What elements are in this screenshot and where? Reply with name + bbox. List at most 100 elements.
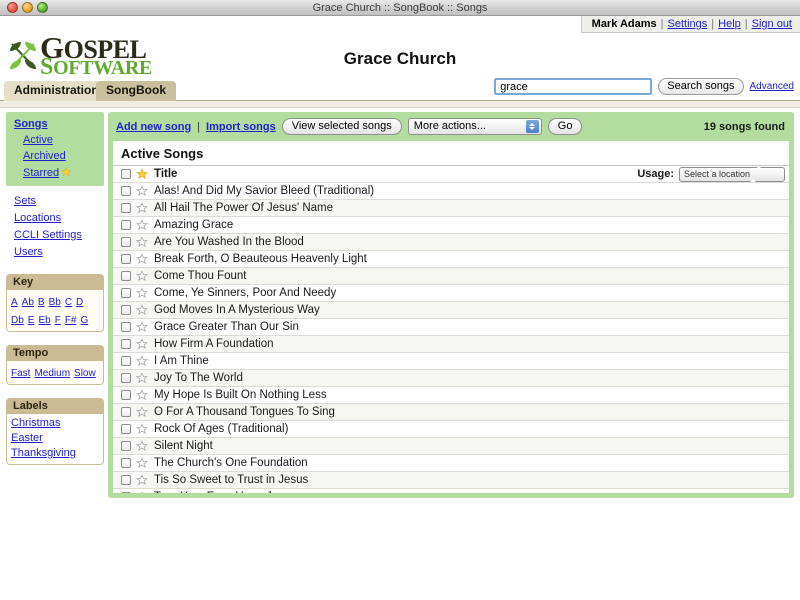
- song-title[interactable]: Rock Of Ages (Traditional): [154, 423, 288, 435]
- advanced-search-link[interactable]: Advanced: [750, 81, 794, 92]
- table-row[interactable]: Come Thou Fount: [113, 267, 789, 284]
- star-outline-icon[interactable]: [136, 219, 148, 231]
- star-outline-icon[interactable]: [136, 389, 148, 401]
- add-new-song-link[interactable]: Add new song: [116, 121, 191, 133]
- star-outline-icon[interactable]: [136, 491, 148, 493]
- sidebar-item-sets[interactable]: Sets: [14, 193, 104, 210]
- table-row[interactable]: Turn Your Eyes Upon Jesus: [113, 488, 789, 493]
- table-row[interactable]: Grace Greater Than Our Sin: [113, 318, 789, 335]
- row-checkbox[interactable]: [121, 254, 131, 264]
- row-checkbox[interactable]: [121, 458, 131, 468]
- song-title[interactable]: God Moves In A Mysterious Way: [154, 304, 320, 316]
- search-input[interactable]: [494, 78, 653, 95]
- key-chip-eb[interactable]: Eb: [38, 314, 50, 328]
- song-title[interactable]: I Am Thine: [154, 355, 209, 367]
- table-row[interactable]: Joy To The World: [113, 369, 789, 386]
- song-title[interactable]: Joy To The World: [154, 372, 243, 384]
- song-title[interactable]: The Church's One Foundation: [154, 457, 308, 469]
- key-chip-fsharp[interactable]: F#: [65, 314, 77, 328]
- song-title[interactable]: Come Thou Fount: [154, 270, 246, 282]
- key-chip-g[interactable]: G: [80, 314, 88, 328]
- table-row[interactable]: How Firm A Foundation: [113, 335, 789, 352]
- row-checkbox[interactable]: [121, 271, 131, 281]
- table-row[interactable]: Come, Ye Sinners, Poor And Needy: [113, 284, 789, 301]
- search-songs-button[interactable]: Search songs: [658, 78, 744, 95]
- sidebar-item-starred-wrap[interactable]: Starred: [6, 164, 104, 181]
- row-checkbox[interactable]: [121, 237, 131, 247]
- star-outline-icon[interactable]: [136, 270, 148, 282]
- sidebar-item-starred[interactable]: Starred: [23, 167, 59, 179]
- table-row[interactable]: Silent Night: [113, 437, 789, 454]
- sidebar-item-songs[interactable]: Songs: [6, 116, 104, 132]
- table-row[interactable]: My Hope Is Built On Nothing Less: [113, 386, 789, 403]
- sidebar-item-users[interactable]: Users: [14, 244, 104, 261]
- table-row[interactable]: O For A Thousand Tongues To Sing: [113, 403, 789, 420]
- select-all-checkbox[interactable]: [121, 169, 131, 179]
- row-checkbox[interactable]: [121, 322, 131, 332]
- star-outline-icon[interactable]: [136, 185, 148, 197]
- song-title[interactable]: Turn Your Eyes Upon Jesus: [154, 491, 296, 493]
- song-title[interactable]: Break Forth, O Beauteous Heavenly Light: [154, 253, 367, 265]
- key-chip-db[interactable]: Db: [11, 314, 24, 328]
- song-title[interactable]: All Hail The Power Of Jesus' Name: [154, 202, 333, 214]
- star-outline-icon[interactable]: [136, 236, 148, 248]
- row-checkbox[interactable]: [121, 220, 131, 230]
- key-chip-ab[interactable]: Ab: [22, 296, 34, 310]
- song-title[interactable]: My Hope Is Built On Nothing Less: [154, 389, 327, 401]
- table-row[interactable]: Break Forth, O Beauteous Heavenly Light: [113, 250, 789, 267]
- label-chip-thanksgiving[interactable]: Thanksgiving: [11, 446, 101, 461]
- table-row[interactable]: The Church's One Foundation: [113, 454, 789, 471]
- star-outline-icon[interactable]: [136, 202, 148, 214]
- go-button[interactable]: Go: [547, 118, 583, 135]
- song-title[interactable]: Are You Washed In the Blood: [154, 236, 304, 248]
- table-row[interactable]: God Moves In A Mysterious Way: [113, 301, 789, 318]
- star-filled-icon[interactable]: [136, 168, 148, 180]
- table-row[interactable]: Rock Of Ages (Traditional): [113, 420, 789, 437]
- tempo-chip-medium[interactable]: Medium: [34, 367, 70, 381]
- tab-administration[interactable]: Administration: [4, 81, 109, 101]
- key-chip-b[interactable]: B: [38, 296, 45, 310]
- row-checkbox[interactable]: [121, 356, 131, 366]
- song-title[interactable]: Grace Greater Than Our Sin: [154, 321, 299, 333]
- song-title[interactable]: Amazing Grace: [154, 219, 233, 231]
- star-outline-icon[interactable]: [136, 321, 148, 333]
- sign-out-link[interactable]: Sign out: [752, 18, 792, 30]
- row-checkbox[interactable]: [121, 339, 131, 349]
- row-checkbox[interactable]: [121, 203, 131, 213]
- more-actions-dropdown[interactable]: More actions...: [407, 118, 542, 135]
- key-chip-f[interactable]: F: [55, 314, 61, 328]
- table-row[interactable]: Tis So Sweet to Trust in Jesus: [113, 471, 789, 488]
- sidebar-item-locations[interactable]: Locations: [14, 210, 104, 227]
- star-outline-icon[interactable]: [136, 287, 148, 299]
- star-outline-icon[interactable]: [136, 304, 148, 316]
- star-outline-icon[interactable]: [136, 440, 148, 452]
- song-title[interactable]: Alas! And Did My Savior Bleed (Tradition…: [154, 185, 374, 197]
- label-chip-easter[interactable]: Easter: [11, 431, 101, 446]
- star-outline-icon[interactable]: [136, 423, 148, 435]
- star-outline-icon[interactable]: [136, 355, 148, 367]
- sidebar-item-active[interactable]: Active: [6, 132, 104, 148]
- tempo-chip-slow[interactable]: Slow: [74, 367, 96, 381]
- table-row[interactable]: I Am Thine: [113, 352, 789, 369]
- row-checkbox[interactable]: [121, 373, 131, 383]
- table-row[interactable]: Alas! And Did My Savior Bleed (Tradition…: [113, 182, 789, 199]
- row-checkbox[interactable]: [121, 424, 131, 434]
- key-chip-c[interactable]: C: [65, 296, 72, 310]
- sidebar-item-archived[interactable]: Archived: [6, 148, 104, 164]
- row-checkbox[interactable]: [121, 390, 131, 400]
- view-selected-songs-button[interactable]: View selected songs: [281, 118, 402, 135]
- star-outline-icon[interactable]: [136, 338, 148, 350]
- star-outline-icon[interactable]: [136, 372, 148, 384]
- star-outline-icon[interactable]: [136, 253, 148, 265]
- row-checkbox[interactable]: [121, 186, 131, 196]
- row-checkbox[interactable]: [121, 407, 131, 417]
- tempo-chip-fast[interactable]: Fast: [11, 367, 30, 381]
- row-checkbox[interactable]: [121, 288, 131, 298]
- usage-location-dropdown[interactable]: Select a location: [679, 165, 785, 182]
- sidebar-item-ccli-settings[interactable]: CCLI Settings: [14, 227, 104, 244]
- row-checkbox[interactable]: [121, 475, 131, 485]
- key-chip-bb[interactable]: Bb: [49, 296, 61, 310]
- song-title[interactable]: O For A Thousand Tongues To Sing: [154, 406, 335, 418]
- help-link[interactable]: Help: [718, 18, 741, 30]
- row-checkbox[interactable]: [121, 441, 131, 451]
